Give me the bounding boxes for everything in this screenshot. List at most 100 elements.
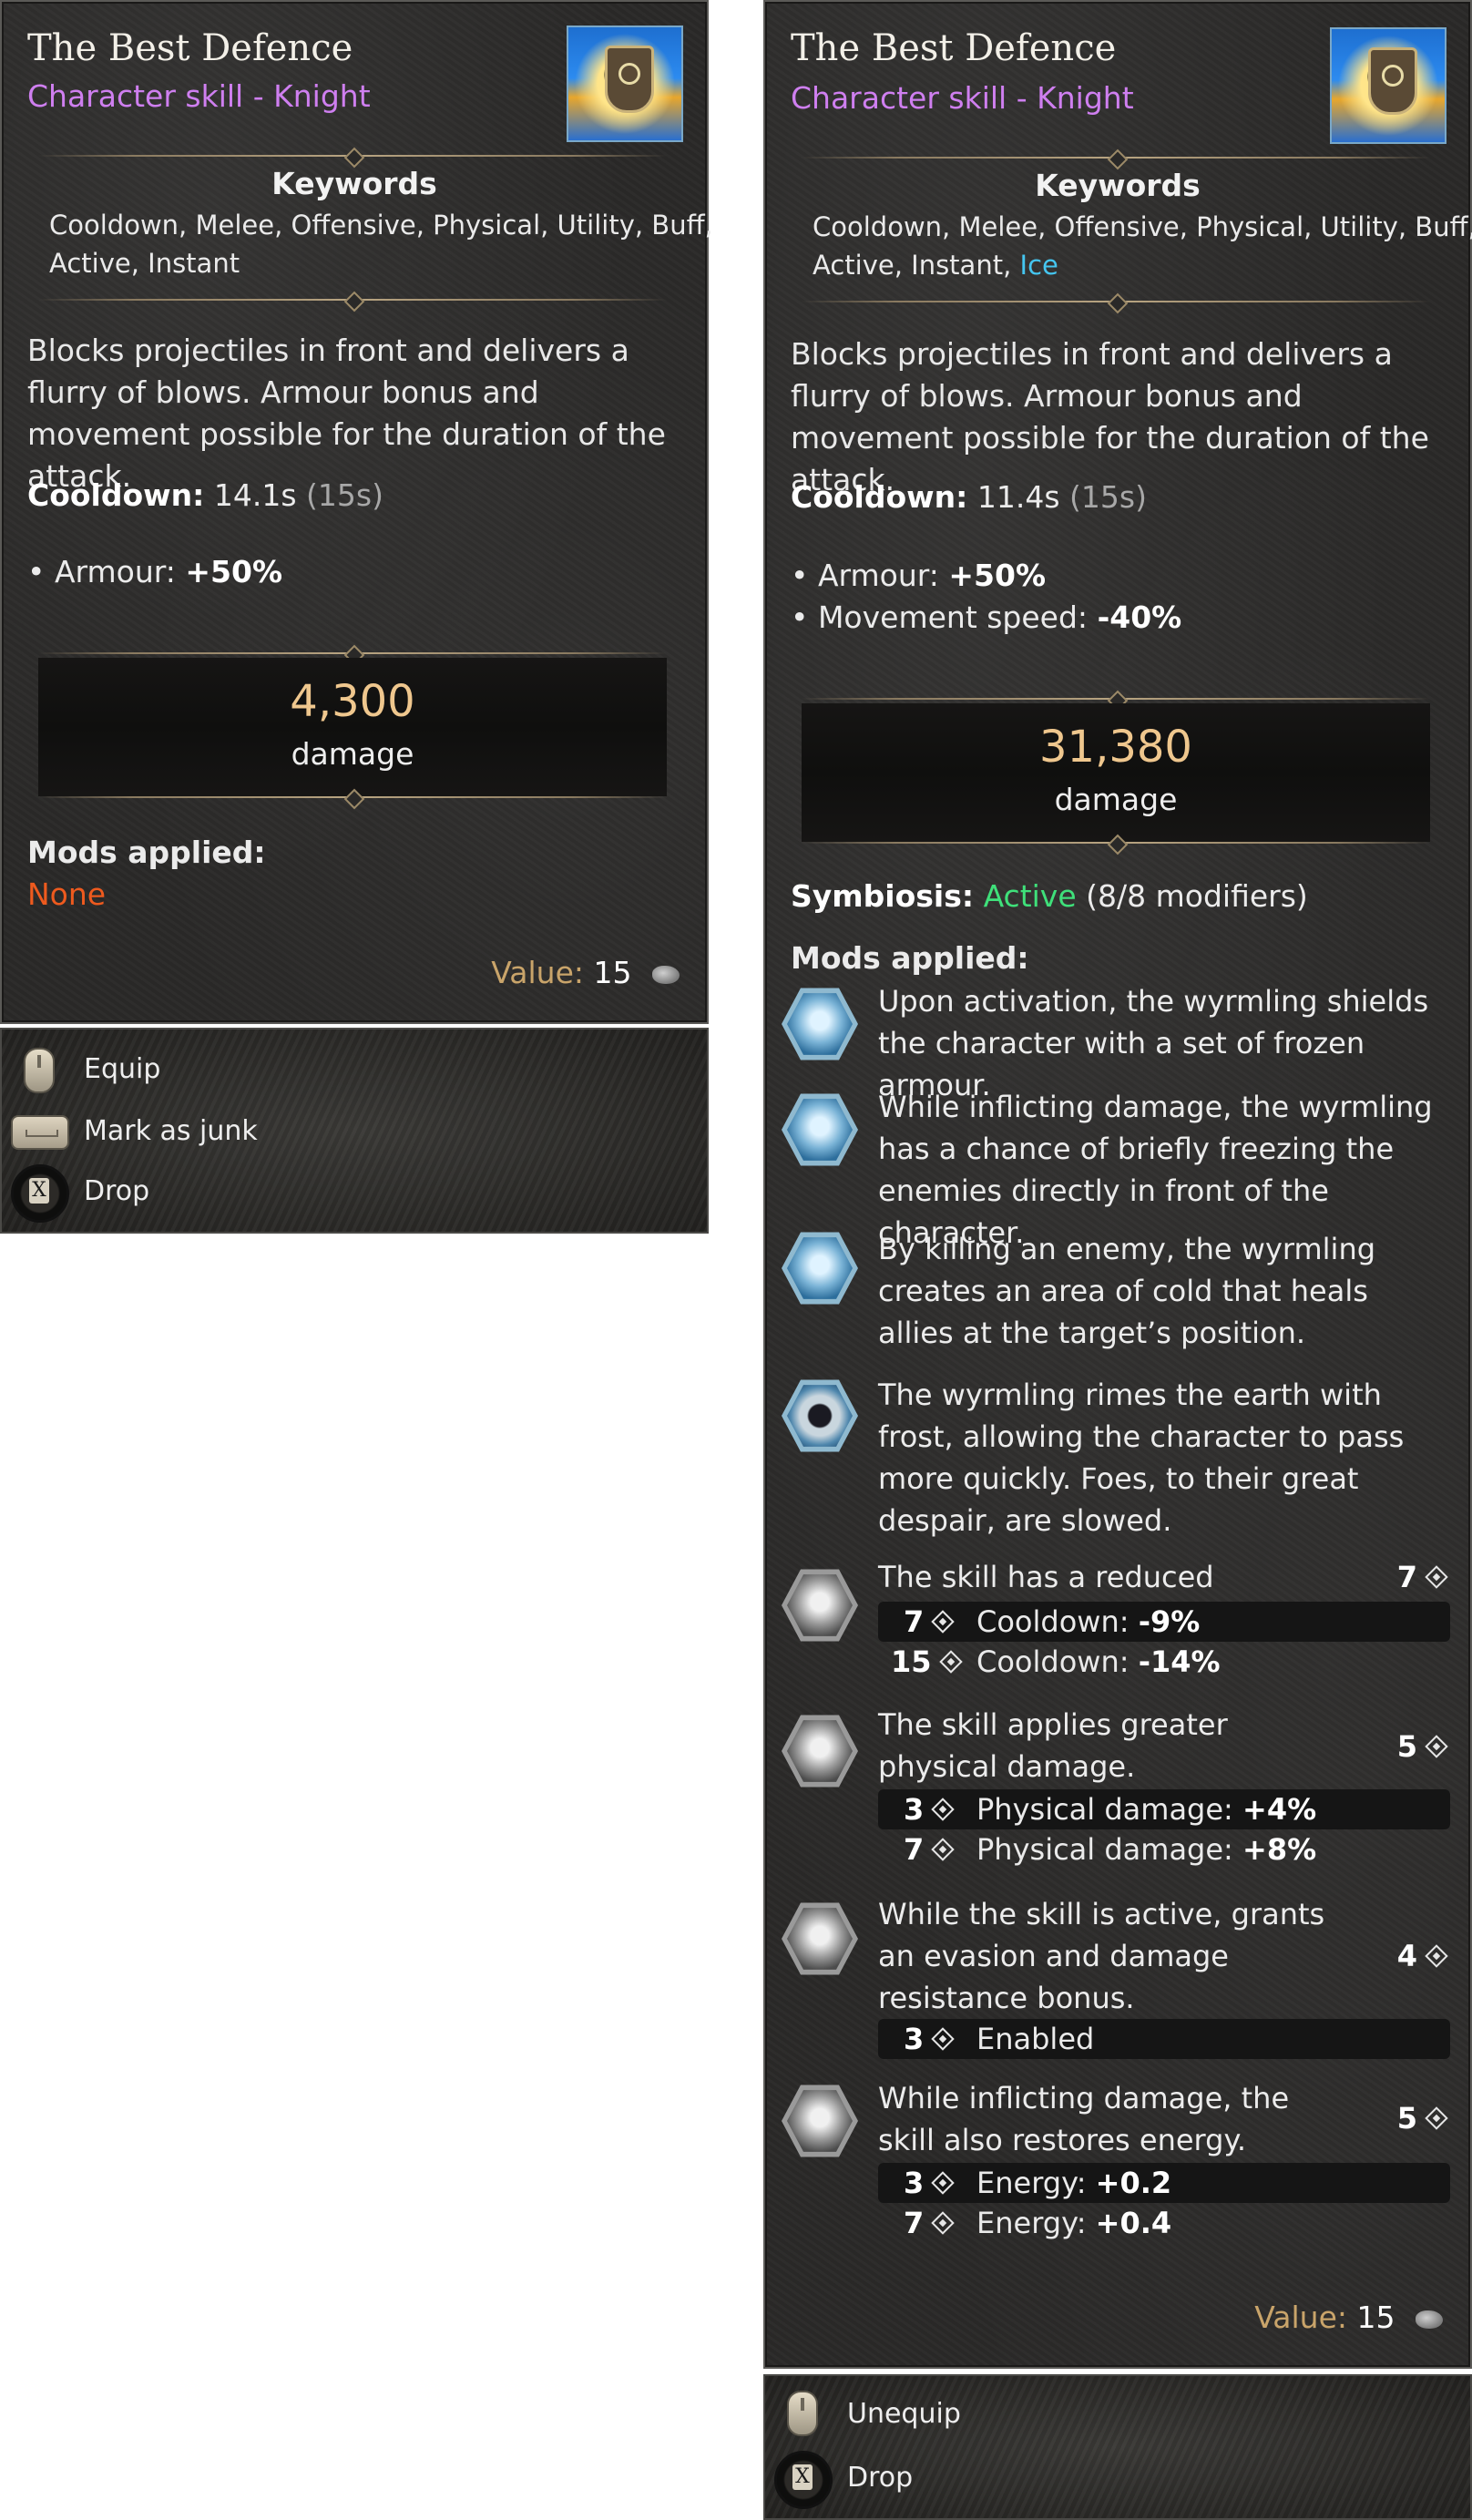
ice-keyword: Ice	[1019, 250, 1058, 281]
armour-stat: • Armour: +50%	[791, 558, 1046, 593]
rank-value: 7	[1396, 1560, 1417, 1594]
item-value: Value: 15	[1254, 2300, 1443, 2335]
value-amount: 15	[593, 955, 632, 990]
divider	[38, 652, 667, 654]
value-label: Value:	[1254, 2300, 1347, 2335]
damage-value: 31,380	[1039, 722, 1192, 773]
mod-tier-row: 7 Physical damage: +8%	[878, 1829, 1450, 1870]
cooldown-label: Cooldown:	[27, 477, 205, 513]
keywords-heading: Keywords	[271, 166, 437, 201]
tier-effect: Enabled	[976, 2022, 1095, 2056]
skill-subtitle: Character skill - Knight	[791, 80, 1134, 116]
sword-icon	[782, 1715, 858, 1788]
skill-subtitle: Character skill - Knight	[27, 78, 371, 114]
tier-number: 7	[904, 1602, 955, 1642]
unequip-label: Unequip	[847, 2398, 961, 2430]
mouse-button-icon	[24, 1048, 55, 1093]
mod-rank: 5	[1396, 1726, 1448, 1767]
tier-number: 3	[904, 2019, 955, 2059]
drop-label: Drop	[84, 1175, 150, 1207]
left-action-bar: Equip Mark as junk X Drop	[0, 1028, 709, 1234]
skill-title: The Best Defence	[27, 27, 353, 69]
stat-value: -40%	[1097, 599, 1182, 635]
shield-skill-icon	[1330, 27, 1446, 144]
mod-tier-row: 3 Energy: +0.2	[878, 2163, 1450, 2203]
frost-armour-icon	[782, 988, 858, 1060]
mod-tier-row: 3 Physical damage: +4%	[878, 1789, 1450, 1829]
tier-effect: Physical damage: +8%	[976, 1832, 1317, 1867]
frost-eye-icon	[782, 1379, 858, 1452]
mod-rank: 5	[1396, 2097, 1448, 2139]
mod-tier-row: 15 Cooldown: -14%	[878, 1642, 1450, 1682]
frost-orb-icon	[782, 1232, 858, 1305]
x-button-icon: X	[774, 2451, 833, 2509]
mod-rank: 7	[1396, 1556, 1448, 1598]
drop-label: Drop	[847, 2462, 914, 2494]
value-label: Value:	[491, 955, 584, 990]
drop-action[interactable]: X Drop	[765, 2449, 1467, 2509]
skill-description: Blocks projectiles in front and delivers…	[791, 336, 1429, 497]
equip-action[interactable]: Equip	[2, 1040, 703, 1099]
tier-number: 3	[904, 1789, 955, 1829]
cooldown-label: Cooldown:	[791, 479, 968, 515]
movement-speed-stat: • Movement speed: -40%	[791, 599, 1181, 635]
damage-box: 4,300 damage	[38, 658, 667, 796]
cooldown-value: 11.4s	[976, 479, 1060, 515]
symbiosis-count: (8/8 modifiers)	[1086, 878, 1308, 914]
tier-number: 15	[891, 1642, 963, 1682]
rank-diamond-icon	[1425, 1565, 1448, 1589]
cooldown-base: (15s)	[306, 477, 383, 513]
cooldown-line: Cooldown: 11.4s (15s)	[791, 479, 1147, 515]
mark-as-junk-label: Mark as junk	[84, 1115, 258, 1147]
ice-crystal-icon	[782, 1093, 858, 1166]
stopwatch-icon	[782, 1569, 858, 1642]
keywords-line-2: Active, Instant, Ice	[813, 246, 1058, 284]
right-tooltip: The Best Defence Character skill - Knigh…	[763, 0, 1472, 2369]
divider	[38, 155, 667, 157]
divider	[802, 842, 1430, 844]
damage-label: damage	[1054, 782, 1178, 817]
energy-restore-icon	[782, 2085, 858, 2157]
mod-text: While inflicting damage, the skill also …	[878, 2081, 1290, 2157]
rank-value: 5	[1396, 1729, 1417, 1764]
rank-diamond-icon	[1425, 2106, 1448, 2130]
rank-diamond-icon	[1425, 1944, 1448, 1968]
cooldown-base: (15s)	[1069, 479, 1147, 515]
mod-text: While the skill is active, grants an eva…	[878, 1897, 1325, 2015]
damage-label: damage	[291, 736, 414, 772]
left-tooltip: The Best Defence Character skill - Knigh…	[0, 0, 713, 1024]
unequip-action[interactable]: Unequip	[765, 2385, 1467, 2443]
mods-heading: Mods applied:	[791, 940, 1029, 976]
tier-effect: Energy: +0.4	[976, 2206, 1172, 2240]
rank-value: 5	[1396, 2101, 1417, 2136]
value-amount: 15	[1356, 2300, 1395, 2335]
keywords-line-2: Active, Instant	[49, 248, 240, 279]
tier-number: 3	[904, 2163, 955, 2203]
mouse-button-icon	[787, 2391, 818, 2436]
mod-tier-row: 7 Cooldown: -9%	[878, 1602, 1450, 1642]
rank-value: 4	[1396, 1939, 1417, 1973]
cooldown-value: 14.1s	[213, 477, 297, 513]
tier-effect: Physical damage: +4%	[976, 1792, 1317, 1827]
damage-box: 31,380 damage	[802, 703, 1430, 842]
coin-icon	[1416, 2310, 1443, 2329]
keywords-line-1: Cooldown, Melee, Offensive, Physical, Ut…	[49, 210, 713, 241]
right-action-bar: Unequip X Drop	[763, 2374, 1472, 2520]
stat-value: +50%	[948, 558, 1047, 593]
tier-diamond-icon	[931, 1610, 955, 1634]
mod-text: By killing an enemy, the wyrmling create…	[878, 1232, 1376, 1350]
tier-effect: Cooldown: -9%	[976, 1604, 1201, 1639]
divider	[802, 301, 1430, 302]
stat-label: • Movement speed:	[791, 599, 1089, 635]
mod-tier-row: 3 Enabled	[878, 2019, 1450, 2059]
tier-diamond-icon	[931, 2171, 955, 2195]
keywords-line-2-text: Active, Instant,	[813, 250, 1020, 281]
x-button-icon: X	[11, 1164, 69, 1223]
mods-none: None	[27, 876, 107, 912]
shield-skill-icon	[567, 26, 683, 142]
mod-text: The wyrmling rimes the earth with frost,…	[878, 1378, 1405, 1538]
tier-diamond-icon	[938, 1650, 963, 1674]
tier-effect: Energy: +0.2	[976, 2166, 1172, 2200]
drop-action[interactable]: X Drop	[2, 1163, 703, 1223]
mark-as-junk-action[interactable]: Mark as junk	[2, 1102, 703, 1161]
